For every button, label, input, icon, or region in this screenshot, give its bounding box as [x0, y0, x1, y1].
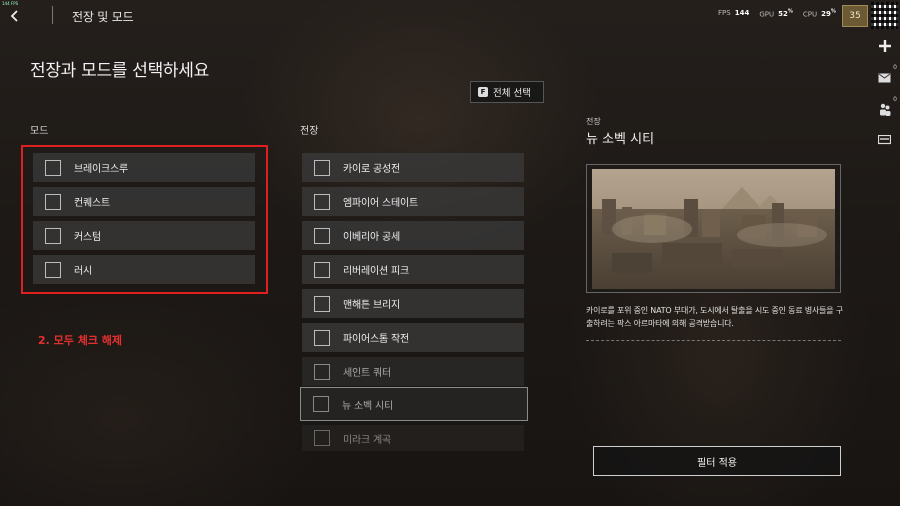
- map-row[interactable]: 미라크 계곡: [302, 425, 524, 451]
- apply-filter-label: 필터 적용: [697, 457, 737, 469]
- map-row[interactable]: 엠파이어 스테이트: [302, 187, 524, 216]
- map-preview-image: [592, 169, 835, 289]
- checkbox[interactable]: [314, 227, 330, 244]
- mail-button[interactable]: 0: [871, 64, 898, 90]
- map-preview-frame: [586, 164, 841, 293]
- mail-count: 0: [893, 64, 897, 71]
- checkbox[interactable]: [313, 396, 329, 412]
- apply-filter-button[interactable]: 필터 적용: [593, 446, 841, 476]
- map-row[interactable]: 맨해튼 브리지: [302, 289, 524, 318]
- page-heading: 전장과 모드를 선택하세요: [30, 61, 209, 81]
- top-bar: 전장 및 모드 FPS 144 GPU 52% CPU 29% 35: [0, 0, 868, 32]
- map-label: 뉴 소벡 시티: [342, 400, 393, 412]
- detail-kicker: 전장: [586, 117, 601, 126]
- player-level-badge[interactable]: 35: [842, 5, 868, 27]
- plus-icon: [878, 40, 891, 52]
- level-value: 35: [849, 11, 861, 21]
- map-label: 맨해튼 브리지: [343, 300, 400, 311]
- map-row[interactable]: 이베리아 공세: [302, 221, 524, 250]
- modes-label: 모드: [30, 126, 49, 137]
- checkbox[interactable]: [314, 295, 330, 312]
- divider: [52, 6, 53, 24]
- stat-cpu: CPU 29%: [802, 9, 836, 19]
- detail-title: 뉴 소벡 시티: [586, 132, 655, 147]
- map-label: 리버레이션 피크: [343, 266, 409, 277]
- squad-button[interactable]: 0: [871, 96, 898, 122]
- right-rail: 0 0: [869, 0, 900, 506]
- divider-dashed: [586, 340, 841, 341]
- map-label: 이베리아 공세: [343, 232, 400, 243]
- checkbox[interactable]: [314, 430, 330, 446]
- checkbox[interactable]: [314, 159, 330, 176]
- squad-count: 0: [893, 96, 897, 103]
- map-row[interactable]: 리버레이션 피크: [302, 255, 524, 284]
- annotation-text: 2. 모두 체크 해제: [38, 334, 123, 347]
- chat-button[interactable]: [871, 128, 898, 152]
- performance-stats: FPS 144 GPU 52% CPU 29%: [718, 9, 836, 18]
- add-friend-button[interactable]: [871, 34, 898, 58]
- select-all-button[interactable]: F 전체 선택: [470, 81, 544, 103]
- stat-fps: FPS 144: [718, 9, 750, 17]
- map-label: 파이어스톰 작전: [343, 334, 409, 345]
- map-row[interactable]: 세인트 쿼터: [302, 357, 524, 386]
- map-row[interactable]: 카이로 공성전: [302, 153, 524, 182]
- checkbox[interactable]: [314, 193, 330, 210]
- map-row-selected[interactable]: 뉴 소벡 시티: [300, 387, 528, 421]
- checkbox[interactable]: [314, 261, 330, 278]
- stat-gpu: GPU 52%: [759, 9, 793, 19]
- map-label: 미라크 계곡: [343, 434, 391, 446]
- map-label: 세인트 쿼터: [343, 368, 391, 379]
- chevron-left-icon: [10, 10, 18, 22]
- chat-icon: [878, 134, 891, 144]
- checkbox[interactable]: [314, 329, 330, 346]
- checkbox[interactable]: [314, 363, 330, 380]
- squad-icon: [879, 103, 890, 116]
- back-button[interactable]: [6, 7, 24, 25]
- maps-label: 전장: [300, 126, 319, 137]
- map-label: 카이로 공성전: [343, 164, 400, 175]
- qr-code-icon: [871, 2, 898, 29]
- key-hint-icon: F: [478, 87, 488, 97]
- page-title: 전장 및 모드: [72, 10, 134, 24]
- map-description: 카이로를 포위 중인 NATO 부대가, 도시에서 탈출을 시도 중인 동료 병…: [586, 306, 843, 328]
- mail-icon: [878, 73, 891, 83]
- map-row[interactable]: 파이어스톰 작전: [302, 323, 524, 352]
- map-label: 엠파이어 스테이트: [343, 198, 418, 209]
- annotation-highlight-box: [21, 145, 268, 294]
- select-all-label: 전체 선택: [493, 88, 531, 99]
